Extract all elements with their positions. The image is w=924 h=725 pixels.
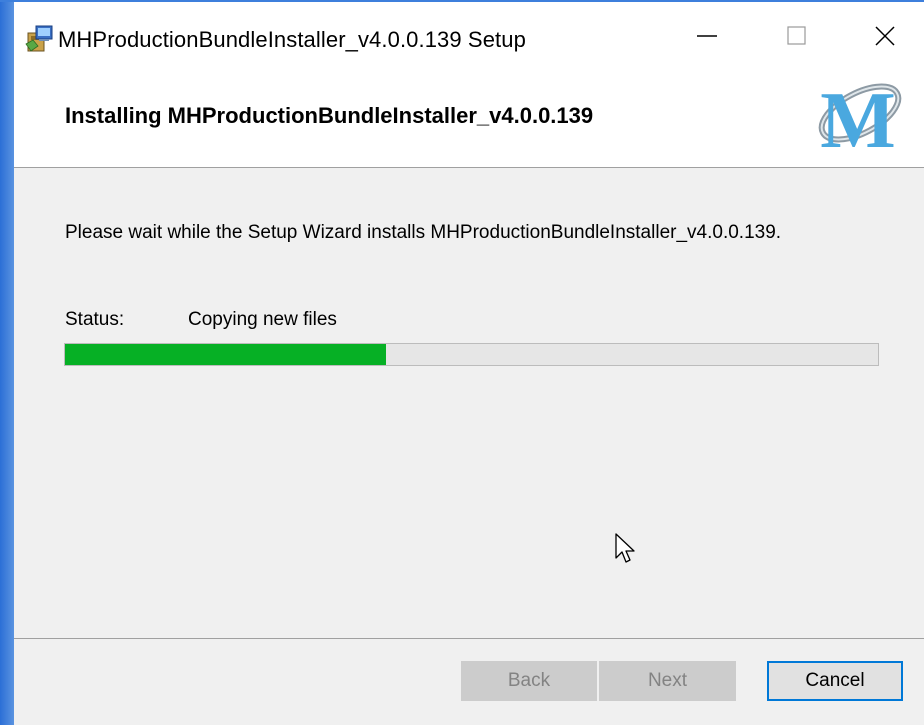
next-button[interactable]: Next — [599, 661, 736, 701]
header-title: Installing MHProductionBundleInstaller_v… — [65, 103, 594, 128]
window-accent-border — [0, 0, 14, 725]
install-progress-bar — [64, 343, 879, 366]
logo-letter: M — [820, 77, 896, 155]
install-description: Please wait while the Setup Wizard insta… — [65, 222, 782, 243]
maximize-icon — [787, 26, 806, 45]
maximize-button[interactable] — [754, 2, 840, 57]
status-value: Copying new files — [188, 309, 337, 330]
mouse-pointer-icon — [615, 533, 635, 563]
setup-window: MHProductionBundleInstaller_v4.0.0.139 S… — [0, 0, 924, 725]
cancel-button[interactable]: Cancel — [767, 661, 903, 701]
wizard-footer: Back Next Cancel — [14, 639, 924, 725]
wizard-header: Installing MHProductionBundleInstaller_v… — [14, 57, 924, 168]
installer-package-icon — [24, 24, 54, 54]
title-bar[interactable]: MHProductionBundleInstaller_v4.0.0.139 S… — [14, 2, 924, 57]
close-button[interactable] — [842, 2, 924, 57]
minimize-icon — [697, 35, 717, 37]
wizard-body: Please wait while the Setup Wizard insta… — [14, 168, 924, 638]
window-title: MHProductionBundleInstaller_v4.0.0.139 S… — [58, 27, 526, 52]
progress-fill — [65, 344, 387, 365]
back-button[interactable]: Back — [461, 661, 597, 701]
minimize-button[interactable] — [664, 2, 750, 57]
status-label: Status: — [65, 309, 125, 330]
close-icon — [875, 26, 895, 46]
product-logo-icon: M — [818, 77, 902, 155]
